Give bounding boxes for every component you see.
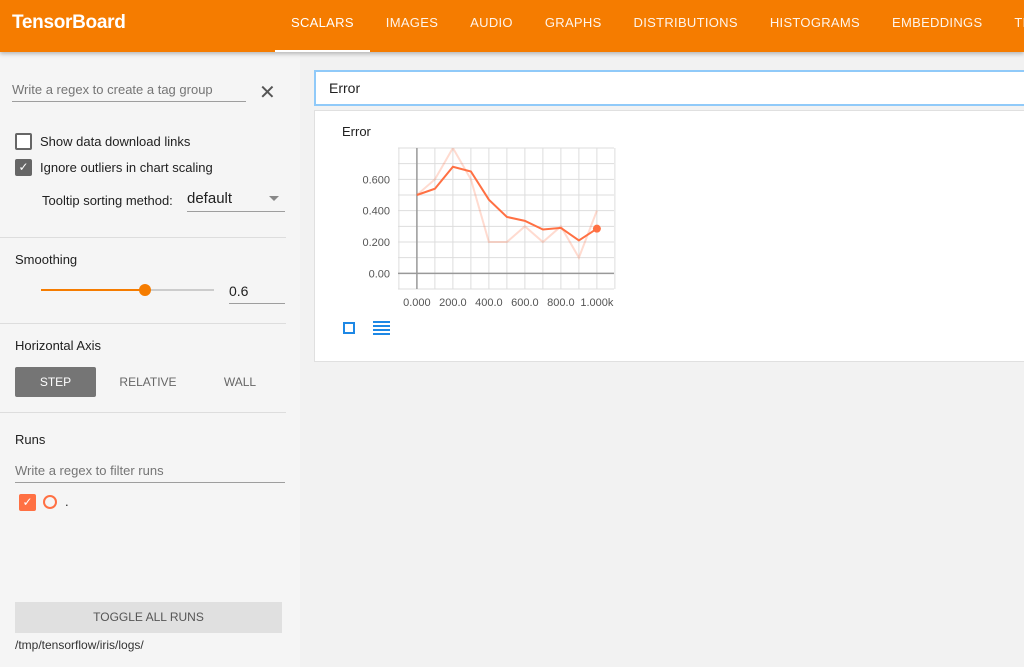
divider [0,323,286,324]
x-tick-label: 600.0 [511,297,539,309]
data-list-icon[interactable] [373,321,390,335]
divider [0,412,286,413]
smoothing-input[interactable]: 0.6 [229,283,285,304]
x-tick-label: 400.0 [475,297,503,309]
tab-embeddings[interactable]: EMBEDDINGS [876,0,998,52]
runs-title: Runs [15,432,46,447]
ignore-outliers-checkbox[interactable]: ✓ [15,159,32,176]
top-bar: TensorBoard SCALARS IMAGES AUDIO GRAPHS … [0,0,1024,52]
y-tick-label: 0.400 [362,206,390,218]
tab-graphs[interactable]: GRAPHS [529,0,618,52]
tooltip-sort-value: default [187,190,233,207]
last-point-marker [592,224,601,233]
logdir-path: /tmp/tensorflow/iris/logs/ [15,638,144,652]
check-icon: ✓ [18,160,29,174]
runs-filter-input[interactable]: Write a regex to filter runs [15,463,285,483]
tab-text[interactable]: TEXT [998,0,1024,52]
expand-icon[interactable] [343,322,355,334]
tag-filter-input[interactable]: Error [314,70,1024,106]
tab-distributions[interactable]: DISTRIBUTIONS [618,0,754,52]
axis-wall-button[interactable]: WALL [200,367,280,397]
x-tick-label: 1.000k [580,297,614,309]
close-icon[interactable]: ✕ [259,80,276,105]
dropdown-arrow-icon [269,196,279,201]
x-tick-label: 0.000 [403,297,431,309]
error-chart[interactable]: 0.00 0.200 0.400 0.600 0.000 200.0 400.0 600.0 8… [315,141,635,341]
tab-histograms[interactable]: HISTOGRAMS [754,0,876,52]
show-download-checkbox[interactable] [15,133,32,150]
app-title: TensorBoard [12,12,126,33]
tooltip-sort-dropdown[interactable]: default [187,190,285,212]
divider [0,237,286,238]
axis-relative-button[interactable]: RELATIVE [108,367,188,397]
tab-scalars[interactable]: SCALARS [275,0,370,52]
run-name: . [65,494,69,509]
chart-title: Error [342,124,371,139]
toggle-all-runs-button[interactable]: TOGGLE ALL RUNS [15,602,282,633]
smoothing-title: Smoothing [15,252,78,267]
slider-knob[interactable] [138,284,151,296]
ignore-outliers-label: Ignore outliers in chart scaling [40,160,213,175]
chart-card: Error 0.00 0.200 0.400 0.600 0.000 200.0 400.0… [314,110,1024,362]
tag-group-input[interactable]: Write a regex to create a tag group [12,82,246,102]
tooltip-sort-label: Tooltip sorting method: [42,193,173,208]
tab-images[interactable]: IMAGES [370,0,454,52]
smoothing-slider[interactable] [41,284,214,296]
check-icon: ✓ [22,495,33,509]
nav-tabs: SCALARS IMAGES AUDIO GRAPHS DISTRIBUTION… [275,0,1024,52]
y-tick-label: 0.600 [362,174,390,186]
x-tick-label: 800.0 [547,297,575,309]
slider-fill [41,289,145,291]
y-tick-label: 0.00 [369,268,390,280]
run-checkbox[interactable]: ✓ [19,494,36,511]
x-tick-label: 200.0 [439,297,467,309]
show-download-label: Show data download links [40,134,191,149]
y-tick-label: 0.200 [362,237,390,249]
horizontal-axis-title: Horizontal Axis [15,338,101,353]
run-color-circle-icon [43,495,57,509]
tab-audio[interactable]: AUDIO [454,0,529,52]
axis-step-button[interactable]: STEP [15,367,96,397]
